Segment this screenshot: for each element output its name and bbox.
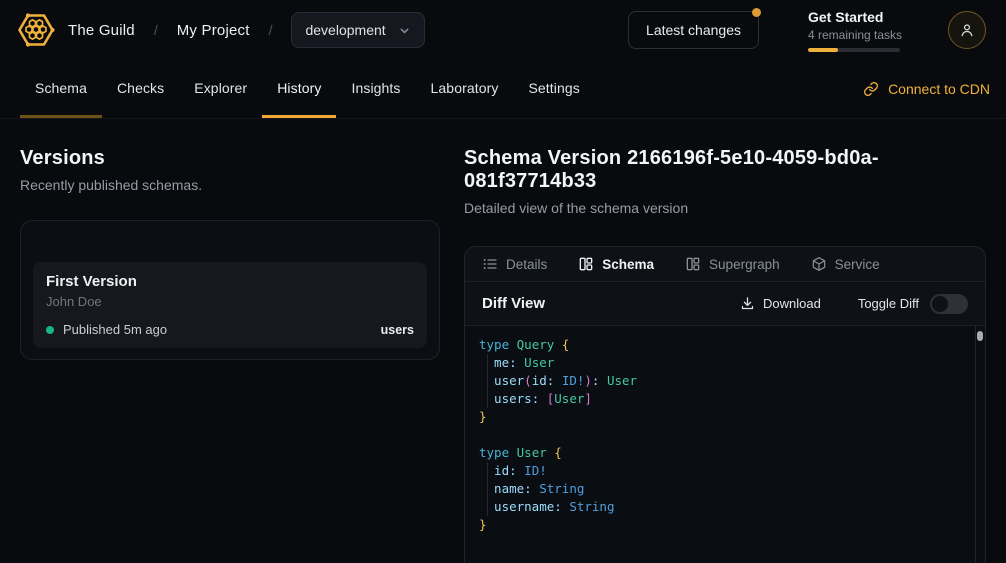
detail-tabs: Details Schema Sup [465, 247, 985, 282]
code-block: type Query {me: Useruser(id: ID!): Useru… [479, 336, 963, 534]
code-line: username: String [479, 498, 963, 516]
download-icon [740, 296, 755, 311]
version-status-text: Published 5m ago [63, 322, 167, 337]
diff-view-title: Diff View [482, 295, 545, 312]
cube-icon [811, 256, 827, 272]
code-line: id: ID! [479, 462, 963, 480]
download-label: Download [763, 296, 821, 311]
main-nav: Schema Checks Explorer History Insights … [0, 60, 1006, 119]
toggle-diff-label: Toggle Diff [858, 296, 919, 311]
breadcrumb: The Guild / My Project / development [68, 12, 425, 48]
tab-supergraph-label: Supergraph [709, 257, 780, 272]
detail-subtitle: Detailed view of the schema version [464, 200, 986, 216]
code-line: me: User [479, 354, 963, 372]
columns-icon [578, 256, 594, 272]
version-author: John Doe [46, 294, 414, 309]
code-line: name: String [479, 480, 963, 498]
code-line: } [479, 516, 963, 534]
download-button[interactable]: Download [740, 296, 821, 311]
tab-schema[interactable]: Schema [578, 256, 654, 272]
topbar-right: Latest changes Get Started 4 remaining t… [628, 9, 986, 52]
nav-tab-settings[interactable]: Settings [513, 60, 594, 118]
tab-service-label: Service [835, 257, 880, 272]
get-started-widget[interactable]: Get Started 4 remaining tasks [808, 9, 900, 52]
person-icon [958, 21, 976, 39]
connect-to-cdn-link[interactable]: Connect to CDN [863, 60, 990, 118]
version-status-row: Published 5m ago users [46, 322, 414, 337]
nav-tab-insights[interactable]: Insights [336, 60, 415, 118]
list-icon [482, 256, 498, 272]
user-avatar[interactable] [948, 11, 986, 49]
link-icon [863, 81, 879, 97]
get-started-progressbar [808, 48, 900, 52]
get-started-title: Get Started [808, 9, 900, 26]
breadcrumb-org[interactable]: The Guild [68, 22, 135, 39]
progress-fill [808, 48, 838, 52]
versions-subtitle: Recently published schemas. [20, 177, 440, 193]
version-list-item[interactable]: First Version John Doe Published 5m ago … [33, 262, 427, 348]
get-started-subtitle: 4 remaining tasks [808, 28, 900, 42]
code-line [479, 426, 963, 444]
switch-knob [932, 296, 948, 312]
version-name: First Version [46, 273, 414, 290]
tab-service[interactable]: Service [811, 256, 880, 272]
environment-select-value: development [305, 22, 385, 38]
columns-icon [685, 256, 701, 272]
notification-dot [752, 8, 761, 17]
nav-tab-history[interactable]: History [262, 60, 336, 118]
chevron-down-icon [398, 24, 411, 37]
published-status-dot [46, 326, 54, 334]
version-detail-card: Details Schema Sup [464, 246, 986, 563]
code-line: } [479, 408, 963, 426]
code-line: type Query { [479, 336, 963, 354]
versions-title: Versions [20, 147, 440, 170]
diff-controls: Download Toggle Diff [740, 294, 968, 314]
latest-changes-label: Latest changes [646, 22, 741, 38]
diff-header: Diff View Download Toggle Diff [465, 282, 985, 326]
nav-tab-laboratory[interactable]: Laboratory [416, 60, 514, 118]
tab-details[interactable]: Details [482, 256, 547, 272]
versions-list-card: First Version John Doe Published 5m ago … [20, 220, 440, 360]
version-service-name: users [381, 323, 414, 337]
tab-details-label: Details [506, 257, 547, 272]
code-line: users: [User] [479, 390, 963, 408]
schema-code-viewer[interactable]: type Query {me: Useruser(id: ID!): Useru… [465, 326, 985, 563]
scrollbar-thumb[interactable] [977, 331, 983, 341]
environment-select[interactable]: development [291, 12, 424, 48]
tab-supergraph[interactable]: Supergraph [685, 256, 780, 272]
code-line: type User { [479, 444, 963, 462]
toggle-diff-switch[interactable] [930, 294, 968, 314]
connect-to-cdn-label: Connect to CDN [888, 81, 990, 97]
breadcrumb-project[interactable]: My Project [177, 22, 250, 39]
hive-logo-icon[interactable] [16, 10, 56, 50]
breadcrumb-separator: / [269, 22, 273, 38]
nav-tab-checks[interactable]: Checks [102, 60, 179, 118]
detail-title: Schema Version 2166196f-5e10-4059-bd0a-0… [464, 147, 986, 193]
code-line: user(id: ID!): User [479, 372, 963, 390]
nav-tab-schema[interactable]: Schema [20, 60, 102, 118]
breadcrumb-separator: / [154, 22, 158, 38]
latest-changes-button[interactable]: Latest changes [628, 11, 759, 49]
version-detail-panel: Schema Version 2166196f-5e10-4059-bd0a-0… [464, 119, 986, 563]
main-content: Versions Recently published schemas. Fir… [0, 119, 1006, 563]
nav-tab-explorer[interactable]: Explorer [179, 60, 262, 118]
code-scrollbar[interactable] [975, 326, 985, 563]
versions-panel: Versions Recently published schemas. Fir… [20, 119, 440, 360]
topbar: The Guild / My Project / development Lat… [0, 0, 1006, 60]
tab-schema-label: Schema [602, 257, 654, 272]
